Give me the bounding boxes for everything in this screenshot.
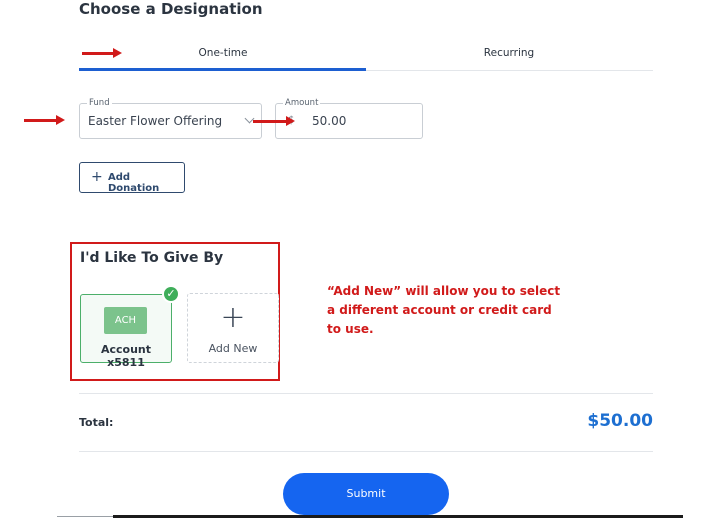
amount-label: Amount xyxy=(283,97,321,109)
add-new-label: Add New xyxy=(208,342,258,355)
ach-badge: ACH xyxy=(104,307,147,334)
divider xyxy=(79,393,653,394)
add-new-payment-button[interactable]: + Add New xyxy=(187,293,279,363)
fund-label: Fund xyxy=(87,97,112,109)
tab-divider xyxy=(366,70,653,71)
annotation-text: “Add New” will allow you to select a dif… xyxy=(327,284,561,336)
add-donation-button[interactable]: + Add Donation xyxy=(79,162,185,194)
submit-button[interactable]: Submit xyxy=(283,473,449,515)
give-by-title: I'd Like To Give By xyxy=(80,250,224,266)
add-donation-label: Add Donation xyxy=(108,172,160,194)
divider xyxy=(113,515,683,518)
check-icon: ✓ xyxy=(162,285,180,303)
amount-value: 50.00 xyxy=(312,114,347,128)
arrow-icon xyxy=(253,116,295,126)
total-value: $50.00 xyxy=(587,411,653,431)
amount-field[interactable]: Amount $ 50.00 xyxy=(275,97,423,139)
total-label: Total: xyxy=(79,416,114,429)
arrow-icon xyxy=(82,48,122,58)
fund-value: Easter Flower Offering xyxy=(88,114,223,128)
page-title: Choose a Designation xyxy=(79,0,263,18)
fund-select[interactable]: Fund Easter Flower Offering xyxy=(79,97,262,139)
arrow-icon xyxy=(24,115,65,125)
divider xyxy=(57,516,113,517)
payment-card-ach[interactable]: ACH Account x5811 xyxy=(80,294,172,369)
plus-icon: + xyxy=(220,300,246,335)
tab-active-indicator xyxy=(79,68,366,71)
tab-recurring[interactable]: Recurring xyxy=(366,47,652,59)
divider xyxy=(79,451,653,452)
plus-icon: + xyxy=(91,169,103,185)
tab-one-time[interactable]: One-time xyxy=(80,47,366,59)
account-label: Account x5811 xyxy=(100,343,152,369)
